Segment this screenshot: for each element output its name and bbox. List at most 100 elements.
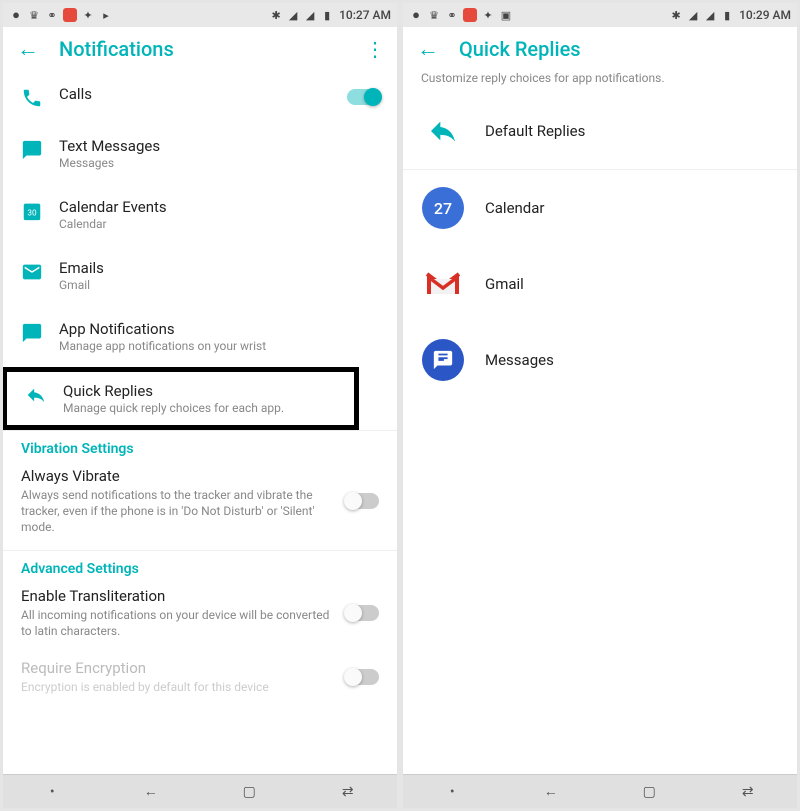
text-messages-sub: Messages <box>59 156 381 170</box>
notifications-list: Calls Text Messages Messages 30 Calendar… <box>3 71 397 774</box>
image-icon: ▣ <box>499 8 513 22</box>
wifi-icon: ◢ <box>686 8 700 22</box>
nav-extra-button[interactable]: • <box>432 784 472 800</box>
play-icon: ▸ <box>99 8 113 22</box>
app-header: ← Notifications ⋮ <box>3 27 397 71</box>
quick-replies-list: Default Replies 27 Calendar Gmail Messag… <box>403 93 797 774</box>
gmail-app-row[interactable]: Gmail <box>403 246 797 322</box>
nav-home-button[interactable]: ▢ <box>229 784 269 800</box>
status-right-icons: ✱ ◢ ◢ ▮ 10:27 AM <box>269 8 391 22</box>
phone-notifications: ● ♛ ⚭ ✦ ▸ ✱ ◢ ◢ ▮ 10:27 AM ← Notificatio… <box>3 3 397 808</box>
gmail-icon <box>421 262 465 306</box>
battery-icon: ▮ <box>320 8 334 22</box>
calendar-events-label: Calendar Events <box>59 198 381 216</box>
calendar-app-row[interactable]: 27 Calendar <box>403 170 797 246</box>
emails-row[interactable]: Emails Gmail <box>3 245 397 306</box>
wifi-icon: ◢ <box>286 8 300 22</box>
status-bar: ● ♛ ⚭ ✦ ▣ ✱ ◢ ◢ ▮ 10:29 AM <box>403 3 797 27</box>
signal-icon: ◢ <box>303 8 317 22</box>
emails-label: Emails <box>59 259 381 277</box>
text-messages-row[interactable]: Text Messages Messages <box>3 123 397 184</box>
gmail-app-label: Gmail <box>485 275 524 293</box>
signal-icon: ◢ <box>703 8 717 22</box>
transliteration-toggle[interactable] <box>345 605 379 621</box>
messenger-icon: ● <box>409 8 423 22</box>
status-left-icons: ● ♛ ⚭ ✦ ▣ <box>409 8 513 22</box>
always-vibrate-label: Always Vibrate <box>21 467 333 485</box>
nav-bar: • ← ▢ ⇄ <box>3 774 397 808</box>
status-left-icons: ● ♛ ⚭ ✦ ▸ <box>9 8 113 22</box>
always-vibrate-sub: Always send notifications to the tracker… <box>21 487 333 536</box>
reply-icon <box>421 109 465 153</box>
battery-icon: ▮ <box>720 8 734 22</box>
vibration-settings-header: Vibration Settings <box>3 430 397 461</box>
chat-filled-icon <box>21 322 43 344</box>
quick-replies-highlight: Quick Replies Manage quick reply choices… <box>3 367 359 430</box>
app-notifications-label: App Notifications <box>59 320 381 338</box>
calendar-app-label: Calendar <box>485 199 545 217</box>
transliteration-row[interactable]: Enable Transliteration All incoming noti… <box>3 581 397 653</box>
encryption-label: Require Encryption <box>21 659 333 677</box>
back-button[interactable]: ← <box>417 36 439 62</box>
page-title: Quick Replies <box>459 37 581 61</box>
reply-icon <box>25 384 47 406</box>
bluetooth-icon: ✱ <box>269 8 283 22</box>
nav-back-button[interactable]: ← <box>531 783 571 800</box>
chat-icon <box>21 139 43 161</box>
messages-app-row[interactable]: Messages <box>403 322 797 398</box>
encryption-toggle <box>345 669 379 685</box>
svg-text:30: 30 <box>27 209 37 219</box>
nav-recents-button[interactable]: ⇄ <box>728 784 768 800</box>
overflow-menu-button[interactable]: ⋮ <box>365 37 383 61</box>
nav-home-button[interactable]: ▢ <box>629 784 669 800</box>
status-time: 10:29 AM <box>739 8 791 22</box>
status-time: 10:27 AM <box>339 8 391 22</box>
phone-icon <box>21 87 43 109</box>
mail-icon <box>21 261 43 283</box>
back-button[interactable]: ← <box>17 36 39 62</box>
app-icon <box>463 8 477 22</box>
nav-extra-button[interactable]: • <box>32 784 72 800</box>
calls-row[interactable]: Calls <box>3 71 397 123</box>
encryption-sub: Encryption is enabled by default for thi… <box>21 679 333 695</box>
transliteration-sub: All incoming notifications on your devic… <box>21 607 333 639</box>
voicemail-icon: ⚭ <box>445 8 459 22</box>
quick-replies-sub: Manage quick reply choices for each app. <box>63 401 338 415</box>
calendar-app-icon: 27 <box>421 186 465 230</box>
calls-label: Calls <box>59 85 331 103</box>
page-subtitle: Customize reply choices for app notifica… <box>403 71 797 93</box>
default-replies-label: Default Replies <box>485 122 585 140</box>
text-messages-label: Text Messages <box>59 137 381 155</box>
emails-sub: Gmail <box>59 278 381 292</box>
calls-toggle[interactable] <box>347 89 381 105</box>
always-vibrate-toggle[interactable] <box>345 493 379 509</box>
calendar-events-sub: Calendar <box>59 217 381 231</box>
status-right-icons: ✱ ◢ ◢ ▮ 10:29 AM <box>669 8 791 22</box>
advanced-settings-header: Advanced Settings <box>3 550 397 581</box>
bluetooth-icon: ✱ <box>669 8 683 22</box>
messages-icon <box>421 338 465 382</box>
app-notifications-row[interactable]: App Notifications Manage app notificatio… <box>3 306 397 367</box>
crown-icon: ♛ <box>27 8 41 22</box>
encryption-row: Require Encryption Encryption is enabled… <box>3 653 397 709</box>
quick-replies-label: Quick Replies <box>63 382 338 400</box>
nav-recents-button[interactable]: ⇄ <box>328 784 368 800</box>
default-replies-row[interactable]: Default Replies <box>403 93 797 169</box>
quick-replies-row[interactable]: Quick Replies Manage quick reply choices… <box>7 372 354 425</box>
app-notifications-sub: Manage app notifications on your wrist <box>59 339 381 353</box>
status-bar: ● ♛ ⚭ ✦ ▸ ✱ ◢ ◢ ▮ 10:27 AM <box>3 3 397 27</box>
voicemail-icon: ⚭ <box>45 8 59 22</box>
pinwheel-icon: ✦ <box>81 8 95 22</box>
crown-icon: ♛ <box>427 8 441 22</box>
app-icon <box>63 8 77 22</box>
calendar-events-row[interactable]: 30 Calendar Events Calendar <box>3 184 397 245</box>
nav-back-button[interactable]: ← <box>131 783 171 800</box>
calendar-icon: 30 <box>21 200 43 222</box>
pinwheel-icon: ✦ <box>481 8 495 22</box>
transliteration-label: Enable Transliteration <box>21 587 333 605</box>
always-vibrate-row[interactable]: Always Vibrate Always send notifications… <box>3 461 397 550</box>
nav-bar: • ← ▢ ⇄ <box>403 774 797 808</box>
page-title: Notifications <box>59 37 174 61</box>
messages-app-label: Messages <box>485 351 554 369</box>
app-header: ← Quick Replies <box>403 27 797 71</box>
